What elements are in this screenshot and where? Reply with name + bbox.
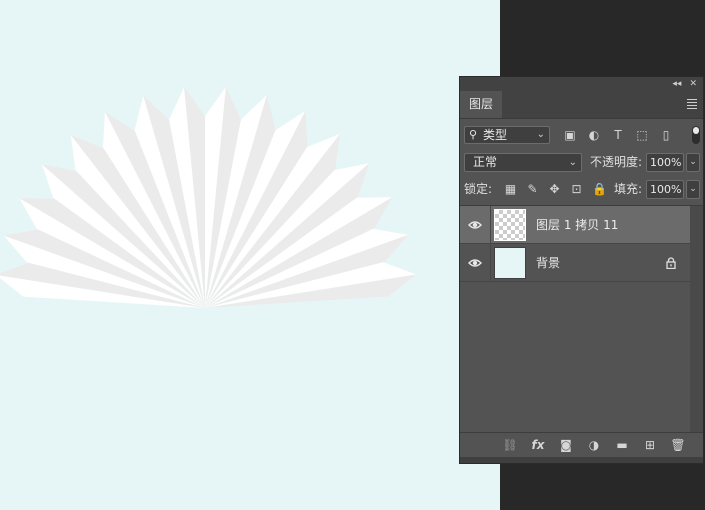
type-filter-icon[interactable]: T bbox=[612, 126, 624, 144]
shape-filter-icon[interactable]: ⬚ bbox=[636, 126, 648, 144]
lock-transparent-pixels-icon[interactable]: ▦ bbox=[504, 180, 517, 199]
layers-scrollbar[interactable] bbox=[690, 206, 703, 432]
panel-title-bar[interactable]: ◂◂ ✕ bbox=[460, 77, 703, 91]
layers-panel: ◂◂ ✕ 图层 ⚲ 类型 ⌄ ▣ ◐ T ⬚ ▯ 正常 ⌄ 不透明度: 100% bbox=[459, 76, 704, 464]
layer-name[interactable]: 图层 1 拷贝 11 bbox=[536, 206, 618, 244]
lock-artboard-icon[interactable]: ⊡ bbox=[570, 180, 583, 199]
layer-row[interactable]: 背景 bbox=[460, 244, 690, 282]
blend-mode-select[interactable]: 正常 ⌄ bbox=[464, 153, 582, 172]
lock-all-icon[interactable]: 🔒 bbox=[592, 180, 607, 199]
blend-opacity-row: 正常 ⌄ 不透明度: 100% ⌄ bbox=[464, 153, 700, 173]
trash-icon[interactable]: 🗑 bbox=[668, 436, 688, 454]
lock-fill-row: 锁定: ▦ ✎ ✥ ⊡ 🔒 填充: 100% ⌄ bbox=[464, 180, 700, 200]
search-icon: ⚲ bbox=[469, 128, 478, 141]
filter-kind-label: 类型 bbox=[483, 128, 508, 142]
visibility-column-divider bbox=[490, 206, 491, 244]
fill-field[interactable]: 100% bbox=[646, 180, 684, 199]
new-group-folder-icon[interactable]: ▬ bbox=[612, 436, 632, 454]
lock-image-pixels-icon[interactable]: ✎ bbox=[526, 180, 539, 199]
opacity-field[interactable]: 100% bbox=[646, 153, 684, 172]
lock-icon bbox=[666, 257, 676, 269]
eye-icon[interactable] bbox=[468, 218, 482, 232]
blend-mode-value: 正常 bbox=[473, 155, 498, 169]
layer-style-fx-icon[interactable]: fx bbox=[528, 436, 548, 454]
opacity-label: 不透明度: bbox=[590, 155, 643, 169]
layer-thumbnail bbox=[494, 209, 526, 241]
panel-tab-bar: 图层 bbox=[460, 91, 703, 119]
panel-menu-icon[interactable] bbox=[687, 99, 697, 109]
layer-row[interactable]: 图层 1 拷贝 11 bbox=[460, 206, 690, 244]
image-filter-icon[interactable]: ▣ bbox=[564, 126, 576, 144]
fill-dropdown-button[interactable]: ⌄ bbox=[686, 180, 700, 199]
lock-position-icon[interactable]: ✥ bbox=[548, 180, 561, 199]
eye-icon[interactable] bbox=[468, 256, 482, 270]
fill-label: 填充: bbox=[614, 182, 643, 196]
link-layers-icon[interactable]: ⛓ bbox=[500, 436, 520, 454]
chevron-down-icon: ⌄ bbox=[536, 129, 545, 140]
opacity-dropdown-button[interactable]: ⌄ bbox=[686, 153, 700, 172]
layer-thumbnail bbox=[494, 247, 526, 279]
layer-filter-row: ⚲ 类型 ⌄ ▣ ◐ T ⬚ ▯ bbox=[464, 125, 700, 147]
document-canvas[interactable] bbox=[0, 0, 500, 510]
filter-toggle-switch[interactable] bbox=[692, 126, 700, 144]
collapse-icon[interactable]: ◂◂ bbox=[672, 77, 681, 91]
layer-name[interactable]: 背景 bbox=[536, 244, 560, 282]
smart-object-filter-icon[interactable]: ▯ bbox=[660, 126, 672, 144]
tab-layers[interactable]: 图层 bbox=[460, 91, 502, 118]
visibility-column-divider bbox=[490, 244, 491, 282]
new-layer-icon[interactable]: ⊞ bbox=[640, 436, 660, 454]
chevron-down-icon: ⌄ bbox=[568, 157, 577, 168]
add-mask-icon[interactable]: ◙ bbox=[556, 436, 576, 454]
filter-kind-select[interactable]: ⚲ 类型 ⌄ bbox=[464, 126, 550, 144]
close-icon[interactable]: ✕ bbox=[689, 77, 697, 91]
adjustment-filter-icon[interactable]: ◐ bbox=[588, 126, 600, 144]
layers-bottom-toolbar: ⛓ fx ◙ ◑ ▬ ⊞ 🗑 bbox=[460, 432, 703, 457]
paper-fan-artwork bbox=[0, 86, 417, 309]
lock-label: 锁定: bbox=[464, 182, 493, 196]
adjustment-layer-icon[interactable]: ◑ bbox=[584, 436, 604, 454]
panel-resize-grip[interactable] bbox=[460, 457, 703, 463]
